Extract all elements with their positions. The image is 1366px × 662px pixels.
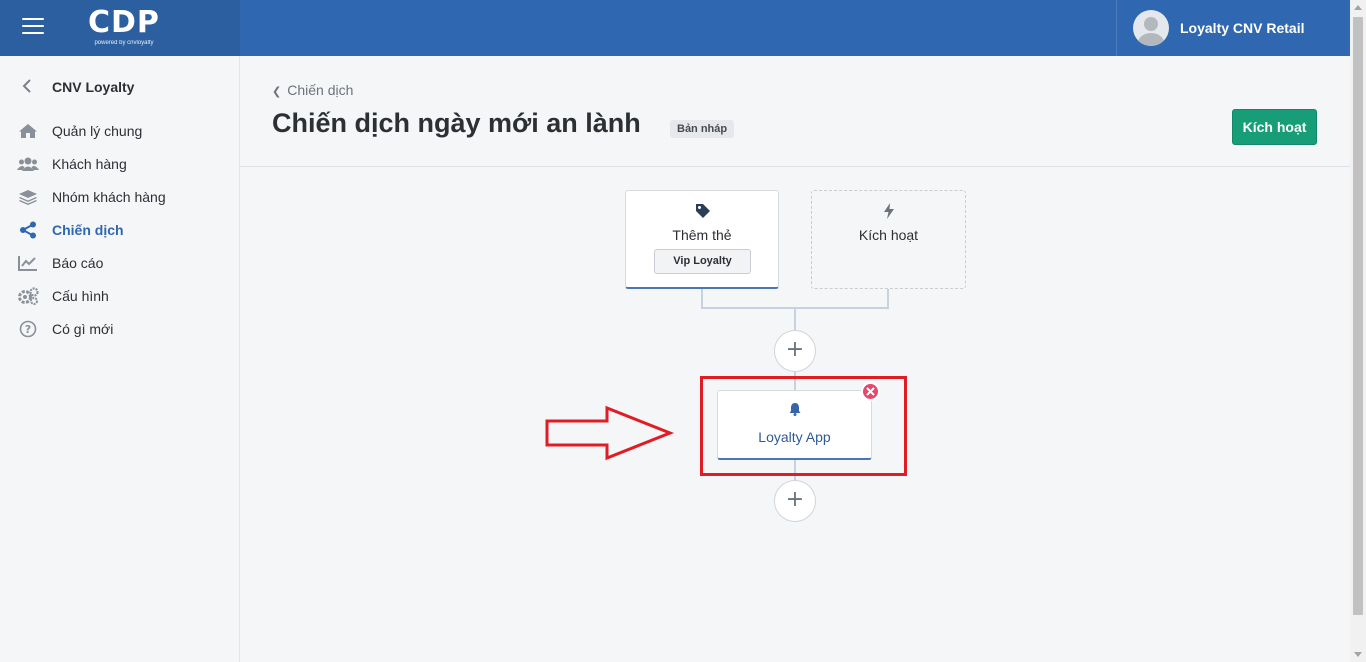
- scroll-up-icon[interactable]: [1354, 5, 1362, 10]
- activate-button[interactable]: Kích hoạt: [1232, 109, 1317, 145]
- bolt-icon: [883, 203, 895, 224]
- user-menu[interactable]: Loyalty CNV Retail: [1116, 0, 1350, 56]
- tag-chip[interactable]: Vip Loyalty: [654, 249, 751, 274]
- chart-icon: [17, 254, 39, 272]
- page-header: ❮ Chiến dịch Chiến dịch ngày mới an lành …: [240, 56, 1350, 167]
- breadcrumb-label: Chiến dịch: [287, 82, 354, 98]
- sidebar-item-label: Cấu hình: [52, 287, 109, 304]
- sidebar: CNV Loyalty Quản lý chung Khách hàng Nhó…: [0, 56, 240, 662]
- add-tag-step[interactable]: Thêm thẻ Vip Loyalty: [625, 190, 779, 289]
- question-icon: ?: [17, 320, 39, 338]
- tag-icon: [695, 203, 711, 224]
- logo-subtitle: powered by cnvloyalty: [94, 40, 154, 46]
- connector: [887, 289, 889, 308]
- sidebar-item-campaigns[interactable]: Chiến dịch: [0, 213, 239, 246]
- sidebar-item-label: Nhóm khách hàng: [52, 188, 166, 205]
- sidebar-item-whats-new[interactable]: ? Có gì mới: [0, 312, 239, 345]
- sidebar-item-label: Quản lý chung: [52, 122, 143, 139]
- sidebar-back[interactable]: CNV Loyalty: [22, 78, 134, 96]
- add-step-button[interactable]: +: [774, 330, 816, 372]
- users-icon: [17, 155, 39, 173]
- svg-text:?: ?: [25, 323, 31, 336]
- sidebar-nav: Quản lý chung Khách hàng Nhóm khách hàng…: [0, 114, 239, 345]
- page-title: Chiến dịch ngày mới an lành: [272, 108, 641, 138]
- sidebar-item-customer-groups[interactable]: Nhóm khách hàng: [0, 180, 239, 213]
- logo[interactable]: CDP powered by cnvloyalty: [88, 5, 160, 47]
- avatar: [1133, 10, 1169, 46]
- sidebar-item-label: Chiến dịch: [52, 221, 124, 238]
- top-bar: CDP powered by cnvloyalty Loyalty CNV Re…: [0, 0, 1350, 56]
- sidebar-title: CNV Loyalty: [52, 79, 135, 95]
- add-step-button[interactable]: +: [774, 480, 816, 522]
- brand-block: CDP powered by cnvloyalty: [0, 0, 240, 56]
- sidebar-item-overview[interactable]: Quản lý chung: [0, 114, 239, 147]
- trigger-step[interactable]: Kích hoạt: [811, 190, 966, 289]
- scroll-down-icon[interactable]: [1354, 652, 1362, 657]
- annotation-arrow-icon: [545, 406, 675, 461]
- logo-text: CDP: [88, 5, 160, 40]
- main-content: ❮ Chiến dịch Chiến dịch ngày mới an lành …: [240, 56, 1350, 662]
- status-badge: Bản nháp: [670, 120, 735, 138]
- share-icon: [17, 221, 39, 239]
- sidebar-item-label: Có gì mới: [52, 320, 114, 337]
- gears-icon: [17, 286, 39, 305]
- sidebar-item-settings[interactable]: Cấu hình: [0, 279, 239, 312]
- menu-toggle-icon[interactable]: [22, 18, 44, 36]
- breadcrumb[interactable]: ❮ Chiến dịch: [272, 82, 353, 98]
- connector: [701, 289, 703, 308]
- step-label: Kích hoạt: [858, 227, 919, 243]
- scrollbar-thumb[interactable]: [1353, 17, 1363, 615]
- connector: [794, 307, 796, 331]
- chevron-left-icon: [22, 78, 36, 96]
- step-label: Thêm thẻ: [672, 227, 732, 243]
- home-icon: [17, 122, 39, 140]
- page-scrollbar[interactable]: [1350, 0, 1366, 662]
- chevron-left-icon: ❮: [272, 86, 282, 98]
- sidebar-item-label: Khách hàng: [52, 155, 127, 172]
- sidebar-item-reports[interactable]: Báo cáo: [0, 246, 239, 279]
- user-name: Loyalty CNV Retail: [1180, 20, 1305, 36]
- sidebar-item-label: Báo cáo: [52, 254, 104, 271]
- layers-icon: [17, 188, 39, 206]
- annotation-highlight-box: [700, 376, 907, 476]
- sidebar-item-customers[interactable]: Khách hàng: [0, 147, 239, 180]
